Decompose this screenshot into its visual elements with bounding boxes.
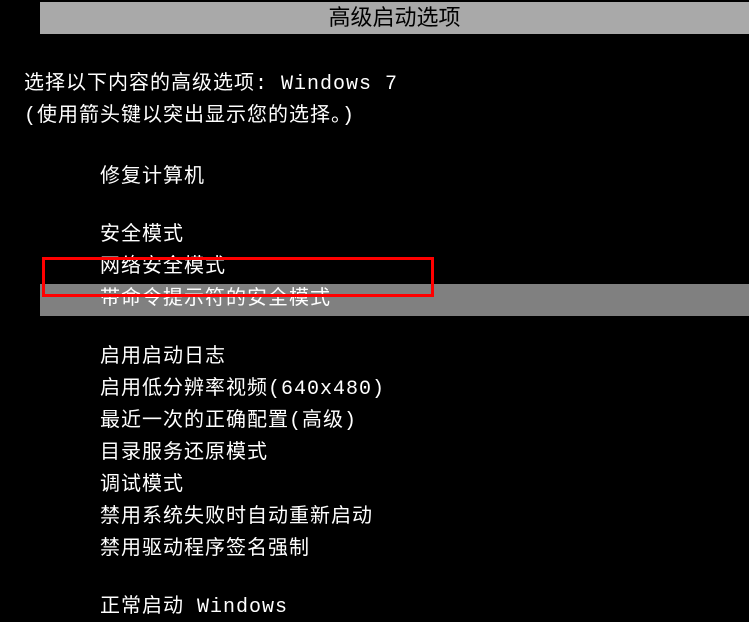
title-text: 高级启动选项 bbox=[328, 5, 460, 30]
menu-item[interactable]: 禁用系统失败时自动重新启动 bbox=[100, 502, 749, 534]
menu-item-label: 带命令提示符的安全模式 bbox=[100, 288, 331, 311]
menu-item[interactable]: 调试模式 bbox=[100, 470, 749, 502]
menu-item-label: 修复计算机 bbox=[100, 166, 205, 189]
menu-item-label: 启用启动日志 bbox=[100, 346, 226, 369]
hint-text: (使用箭头键以突出显示您的选择。) bbox=[24, 105, 355, 128]
menu-item[interactable]: 修复计算机 bbox=[100, 162, 749, 194]
menu-spacer bbox=[0, 566, 749, 592]
menu-item-label: 启用低分辨率视频(640x480) bbox=[100, 378, 385, 401]
menu-item-label: 目录服务还原模式 bbox=[100, 442, 268, 465]
boot-menu: 修复计算机安全模式网络安全模式带命令提示符的安全模式启用启动日志启用低分辨率视频… bbox=[0, 162, 749, 622]
menu-item[interactable]: 启用启动日志 bbox=[100, 342, 749, 374]
menu-item-label: 正常启动 Windows bbox=[100, 596, 288, 619]
menu-item[interactable]: 启用低分辨率视频(640x480) bbox=[100, 374, 749, 406]
menu-item[interactable]: 最近一次的正确配置(高级) bbox=[100, 406, 749, 438]
hint-line: (使用箭头键以突出显示您的选择。) bbox=[24, 98, 749, 128]
menu-item[interactable]: 目录服务还原模式 bbox=[100, 438, 749, 470]
menu-item[interactable]: 网络安全模式 bbox=[100, 252, 749, 284]
title-bar: 高级启动选项 bbox=[40, 2, 749, 34]
menu-item-label: 最近一次的正确配置(高级) bbox=[100, 410, 357, 433]
menu-item-label: 网络安全模式 bbox=[100, 256, 226, 279]
menu-item[interactable]: 安全模式 bbox=[100, 220, 749, 252]
menu-spacer bbox=[0, 194, 749, 220]
menu-item-label: 调试模式 bbox=[100, 474, 184, 497]
menu-item-label: 安全模式 bbox=[100, 224, 184, 247]
prompt-line: 选择以下内容的高级选项: Windows 7 bbox=[24, 66, 749, 96]
menu-item-label: 禁用驱动程序签名强制 bbox=[100, 538, 310, 561]
menu-item[interactable]: 正常启动 Windows bbox=[100, 592, 749, 622]
menu-spacer bbox=[0, 316, 749, 342]
prompt-text: 选择以下内容的高级选项: Windows 7 bbox=[24, 73, 398, 96]
menu-item-label: 禁用系统失败时自动重新启动 bbox=[100, 506, 373, 529]
menu-item[interactable]: 禁用驱动程序签名强制 bbox=[100, 534, 749, 566]
menu-item[interactable]: 带命令提示符的安全模式 bbox=[40, 284, 749, 316]
